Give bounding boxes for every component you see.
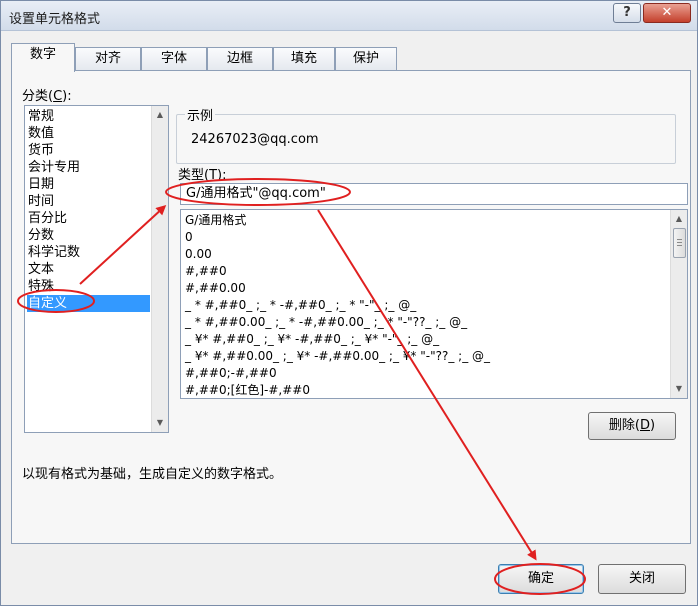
cancel-button[interactable]: 关闭 [598,564,686,594]
format-item[interactable]: #,##0;-#,##0 [185,365,277,382]
format-cells-dialog: 设置单元格格式 ? ✕ 数字 对齐 字体 边框 填充 保护 分类(C): 常规数… [0,0,698,606]
format-item[interactable]: _ * #,##0_ ;_ * -#,##0_ ;_ * "-"_ ;_ @_ [185,297,416,314]
number-tab-panel: 分类(C): 常规 数值 货币 会计专用 日期 时间 百分比 分数 科学记数 文本 特殊 自定义 ▲ … [11,70,691,544]
close-icon[interactable]: ✕ [643,3,691,23]
category-list[interactable]: 常规 数值 货币 会计专用 日期 时间 百分比 分数 科学记数 文本 特殊 自定义 ▲ ▼ [24,105,169,433]
sample-value: 24267023@qq.com [191,132,319,147]
tab-strip: 数字 对齐 字体 边框 填充 保护 [11,43,691,72]
format-item[interactable]: 0 [185,229,193,246]
category-item[interactable]: 时间 [27,193,150,210]
format-item[interactable]: G/通用格式 [185,212,246,229]
scroll-up-icon[interactable]: ▲ [152,110,168,119]
scroll-up-icon[interactable]: ▲ [671,214,687,223]
format-item[interactable]: #,##0;[红色]-#,##0 [185,382,310,398]
category-scrollbar[interactable]: ▲ ▼ [151,106,168,432]
tab-font[interactable]: 字体 [141,47,207,71]
format-item[interactable]: #,##0 [185,263,227,280]
delete-button[interactable]: 删除(D) [588,412,676,440]
category-item[interactable]: 文本 [27,261,150,278]
category-item[interactable]: 百分比 [27,210,150,227]
format-item[interactable]: 0.00 [185,246,212,263]
category-item[interactable]: 分数 [27,227,150,244]
format-item[interactable]: #,##0.00 [185,280,246,297]
tab-number[interactable]: 数字 [11,43,75,72]
format-list[interactable]: G/通用格式 0 0.00 #,##0 #,##0.00 _ * #,##0_ ;_ * … [180,209,688,399]
scroll-down-icon[interactable]: ▼ [671,384,687,393]
tab-protection[interactable]: 保护 [335,47,397,71]
category-item[interactable]: 日期 [27,176,150,193]
scroll-thumb[interactable] [673,228,686,258]
ok-button[interactable]: 确定 [498,564,584,594]
format-scrollbar[interactable]: ▲ ▼ [670,210,687,398]
format-item[interactable]: _ ¥* #,##0.00_ ;_ ¥* -#,##0.00_ ;_ ¥* "-… [185,348,490,365]
format-item[interactable]: _ ¥* #,##0_ ;_ ¥* -#,##0_ ;_ ¥* "-"_ ;_ … [185,331,439,348]
type-input[interactable]: G/通用格式"@qq.com" [180,183,688,205]
tab-fill[interactable]: 填充 [273,47,335,71]
category-item[interactable]: 科学记数 [27,244,150,261]
help-button[interactable]: ? [613,3,641,23]
format-item[interactable]: _ * #,##0.00_ ;_ * -#,##0.00_ ;_ * "-"??… [185,314,467,331]
tab-alignment[interactable]: 对齐 [75,47,141,71]
window-title: 设置单元格格式 [9,12,101,27]
description-text: 以现有格式为基础，生成自定义的数字格式。 [22,467,283,482]
category-item[interactable]: 货币 [27,142,150,159]
category-item[interactable]: 特殊 [27,278,150,295]
category-item[interactable]: 常规 [27,108,150,125]
sample-group: 示例 24267023@qq.com [176,105,676,164]
category-item[interactable]: 自定义 [27,295,150,312]
scroll-down-icon[interactable]: ▼ [152,418,168,427]
tab-border[interactable]: 边框 [207,47,273,71]
title-bar: 设置单元格格式 ? ✕ [1,1,697,31]
sample-label: 示例 [185,105,216,124]
category-item[interactable]: 会计专用 [27,159,150,176]
type-label: 类型(T): [178,168,227,183]
category-label: 分类(C): [22,89,72,104]
category-item[interactable]: 数值 [27,125,150,142]
